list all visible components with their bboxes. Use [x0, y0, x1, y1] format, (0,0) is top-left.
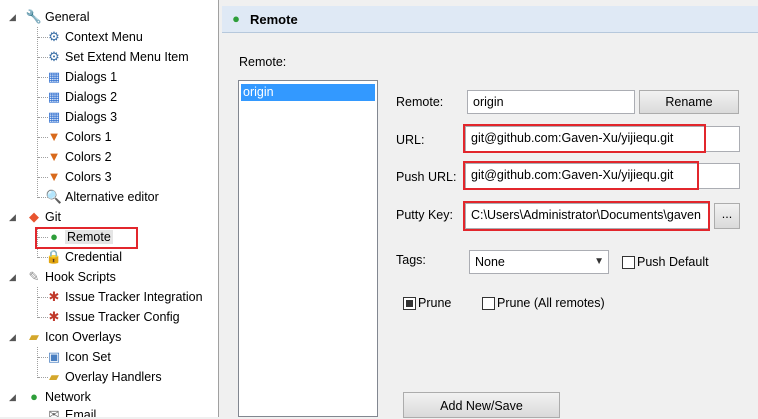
collapse-arrow-icon[interactable]: ◢ [8, 273, 17, 282]
windows-icon: ▦ [47, 109, 61, 124]
prune-label: Prune [418, 296, 452, 310]
prune-all-checkbox[interactable] [482, 297, 495, 310]
bug-icon: ✱ [48, 309, 60, 324]
tree-item-issue-tracker-config[interactable]: ✱ Issue Tracker Config [46, 307, 180, 327]
color-palette-icon: ▼ [47, 129, 61, 144]
tree-item-context-menu[interactable]: ⚙ Context Menu [46, 27, 143, 47]
bug-icon: ✱ [48, 289, 60, 304]
list-item[interactable]: origin [241, 84, 375, 101]
globe-icon: ● [30, 389, 38, 404]
lock-icon: 🔒 [45, 249, 63, 264]
tree-item-icon-overlays[interactable]: ◢ ▰ Icon Overlays [8, 327, 121, 347]
push-default-label: Push Default [637, 255, 709, 269]
tree-item-network[interactable]: ◢ ● Network [8, 387, 91, 407]
browse-button[interactable]: ... [714, 203, 740, 229]
windows-icon: ▦ [47, 69, 61, 84]
globe-icon: ● [232, 11, 240, 26]
color-palette-icon: ▼ [47, 149, 61, 164]
remote-list[interactable]: origin [238, 80, 378, 417]
page-title: Remote [250, 11, 298, 27]
tree-line [37, 27, 38, 198]
url-input[interactable]: git@github.com:Gaven-Xu/yijiequ.git [465, 126, 740, 152]
tree-item-git[interactable]: ◢ ◆ Git [8, 207, 61, 227]
tree-item-dialogs-1[interactable]: ▦ Dialogs 1 [46, 67, 117, 87]
tree-item-icon-set[interactable]: ▣ Icon Set [46, 347, 111, 367]
remote-name-input[interactable]: origin [467, 90, 635, 114]
rename-button[interactable]: Rename [639, 90, 739, 114]
collapse-arrow-icon[interactable]: ◢ [8, 213, 17, 222]
url-label: URL: [396, 133, 425, 147]
email-icon: ✉ [48, 407, 60, 417]
tree-line [37, 287, 38, 318]
remote-name-label: Remote: [396, 95, 444, 109]
windows-icon: ▦ [47, 89, 61, 104]
wrench-icon: 🔧 [25, 9, 43, 24]
git-logo-icon: ◆ [29, 209, 39, 224]
page-header: ● Remote [222, 6, 758, 33]
magnifier-icon: 🔍 [45, 189, 63, 204]
color-palette-icon: ▼ [47, 169, 61, 184]
tags-label: Tags: [396, 253, 426, 267]
putty-key-label: Putty Key: [396, 208, 453, 222]
gear-icon: ⚙ [48, 29, 60, 44]
settings-tree[interactable]: ◢ 🔧 General ⚙ Context Menu ⚙ Set Extend … [0, 0, 219, 417]
push-url-label: Push URL: [396, 170, 457, 184]
collapse-arrow-icon[interactable]: ◢ [8, 333, 17, 342]
tree-line [37, 227, 38, 258]
tree-line [37, 347, 38, 378]
putty-key-input[interactable]: C:\Users\Administrator\Documents\gaven [465, 203, 710, 229]
tree-item-general[interactable]: ◢ 🔧 General [8, 7, 89, 27]
hook-icon: ✎ [28, 269, 40, 284]
tree-item-dialogs-3[interactable]: ▦ Dialogs 3 [46, 107, 117, 127]
folder-overlay-icon: ▰ [29, 329, 39, 344]
globe-icon: ● [50, 229, 58, 244]
tree-item-colors-1[interactable]: ▼ Colors 1 [46, 127, 112, 147]
tree-item-remote[interactable]: ● Remote [46, 227, 113, 247]
tree-item-colors-3[interactable]: ▼ Colors 3 [46, 167, 112, 187]
tree-item-overlay-handlers[interactable]: ▰ Overlay Handlers [46, 367, 162, 387]
push-default-checkbox[interactable] [622, 256, 635, 269]
gear-icon: ⚙ [48, 49, 60, 64]
collapse-arrow-icon[interactable]: ◢ [8, 393, 17, 402]
tree-item-alternative-editor[interactable]: 🔍 Alternative editor [46, 187, 159, 207]
prune-checkbox[interactable] [403, 297, 416, 310]
tree-item-colors-2[interactable]: ▼ Colors 2 [46, 147, 112, 167]
tree-item-email[interactable]: ✉ Email [46, 405, 97, 417]
tree-item-hook-scripts[interactable]: ◢ ✎ Hook Scripts [8, 267, 116, 287]
icon-set-icon: ▣ [47, 349, 61, 364]
tree-item-set-extend-menu-item[interactable]: ⚙ Set Extend Menu Item [46, 47, 189, 67]
prune-all-label: Prune (All remotes) [497, 296, 605, 310]
tree-item-issue-tracker-integration[interactable]: ✱ Issue Tracker Integration [46, 287, 203, 307]
tree-item-credential[interactable]: 🔒 Credential [46, 247, 122, 267]
collapse-arrow-icon[interactable]: ◢ [8, 13, 17, 22]
remote-list-label: Remote: [239, 55, 287, 69]
tags-select[interactable]: None ▼ [469, 250, 609, 274]
add-new-save-button[interactable]: Add New/Save [403, 392, 560, 418]
tree-item-dialogs-2[interactable]: ▦ Dialogs 2 [46, 87, 117, 107]
push-url-input[interactable]: git@github.com:Gaven-Xu/yijiequ.git [465, 163, 740, 189]
chevron-down-icon: ▼ [594, 256, 604, 267]
folder-overlay-icon: ▰ [49, 369, 59, 384]
